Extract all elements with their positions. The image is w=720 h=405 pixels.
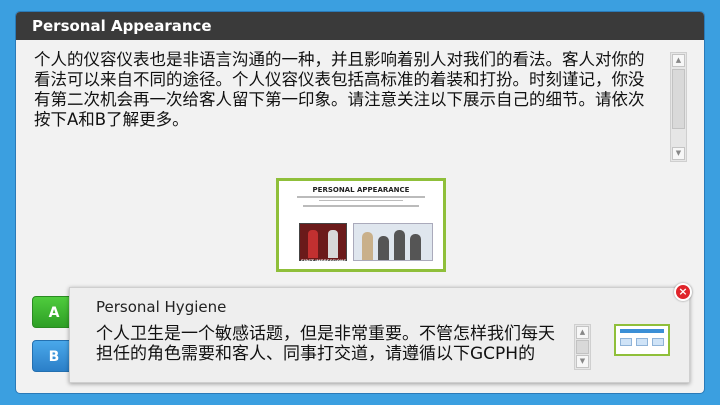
thumbnail-text-line — [319, 199, 403, 201]
thumbnail-cell — [620, 338, 632, 346]
thumbnail-figure — [362, 232, 373, 260]
scroll-up-arrow-icon[interactable]: ▲ — [576, 326, 589, 339]
thumbnail-header-band — [620, 329, 664, 333]
thumbnail-figure — [328, 230, 338, 258]
scroll-up-arrow-icon[interactable]: ▲ — [672, 54, 685, 67]
hygiene-thumbnail[interactable] — [614, 324, 670, 356]
thumbnail-figure — [394, 230, 405, 260]
thumbnail-photo-right — [353, 223, 433, 261]
scroll-thumb[interactable] — [576, 340, 589, 354]
personal-appearance-thumbnail[interactable]: PERSONAL APPEARANCE FIRST IMPRESSIONS — [276, 178, 446, 272]
scroll-down-arrow-icon[interactable]: ▼ — [672, 147, 685, 160]
close-icon[interactable]: × — [674, 283, 692, 301]
thumbnail-title: PERSONAL APPEARANCE — [312, 186, 410, 194]
thumbnail-figure — [410, 234, 421, 260]
popup-scrollbar[interactable]: ▲ ▼ — [574, 324, 591, 370]
main-scrollbar[interactable]: ▲ ▼ — [670, 52, 687, 162]
thumbnail-figure — [308, 230, 318, 258]
popup-title: Personal Hygiene — [96, 298, 227, 316]
thumbnail-figure — [378, 236, 389, 260]
window-title: Personal Appearance — [16, 12, 704, 40]
thumbnail-caption: FIRST IMPRESSIONS — [301, 259, 347, 264]
thumbnail-photo-left — [299, 223, 347, 261]
thumbnail-text-line — [303, 205, 419, 207]
personal-hygiene-popup: Personal Hygiene 个人卫生是一个敏感话题，但是非常重要。不管怎样… — [69, 287, 690, 383]
thumbnail-text-line — [297, 196, 425, 198]
thumbnail-cell — [652, 338, 664, 346]
thumbnail-cell — [636, 338, 648, 346]
scroll-thumb[interactable] — [672, 69, 685, 129]
scroll-down-arrow-icon[interactable]: ▼ — [576, 355, 589, 368]
main-body-text: 个人的仪容仪表也是非语言沟通的一种，并且影响着别人对我们的看法。客人对你的看法可… — [34, 50, 645, 129]
popup-body-text: 个人卫生是一个敏感话题，但是非常重要。不管怎样我们每天担任的角色需要和客人、同事… — [96, 324, 555, 364]
